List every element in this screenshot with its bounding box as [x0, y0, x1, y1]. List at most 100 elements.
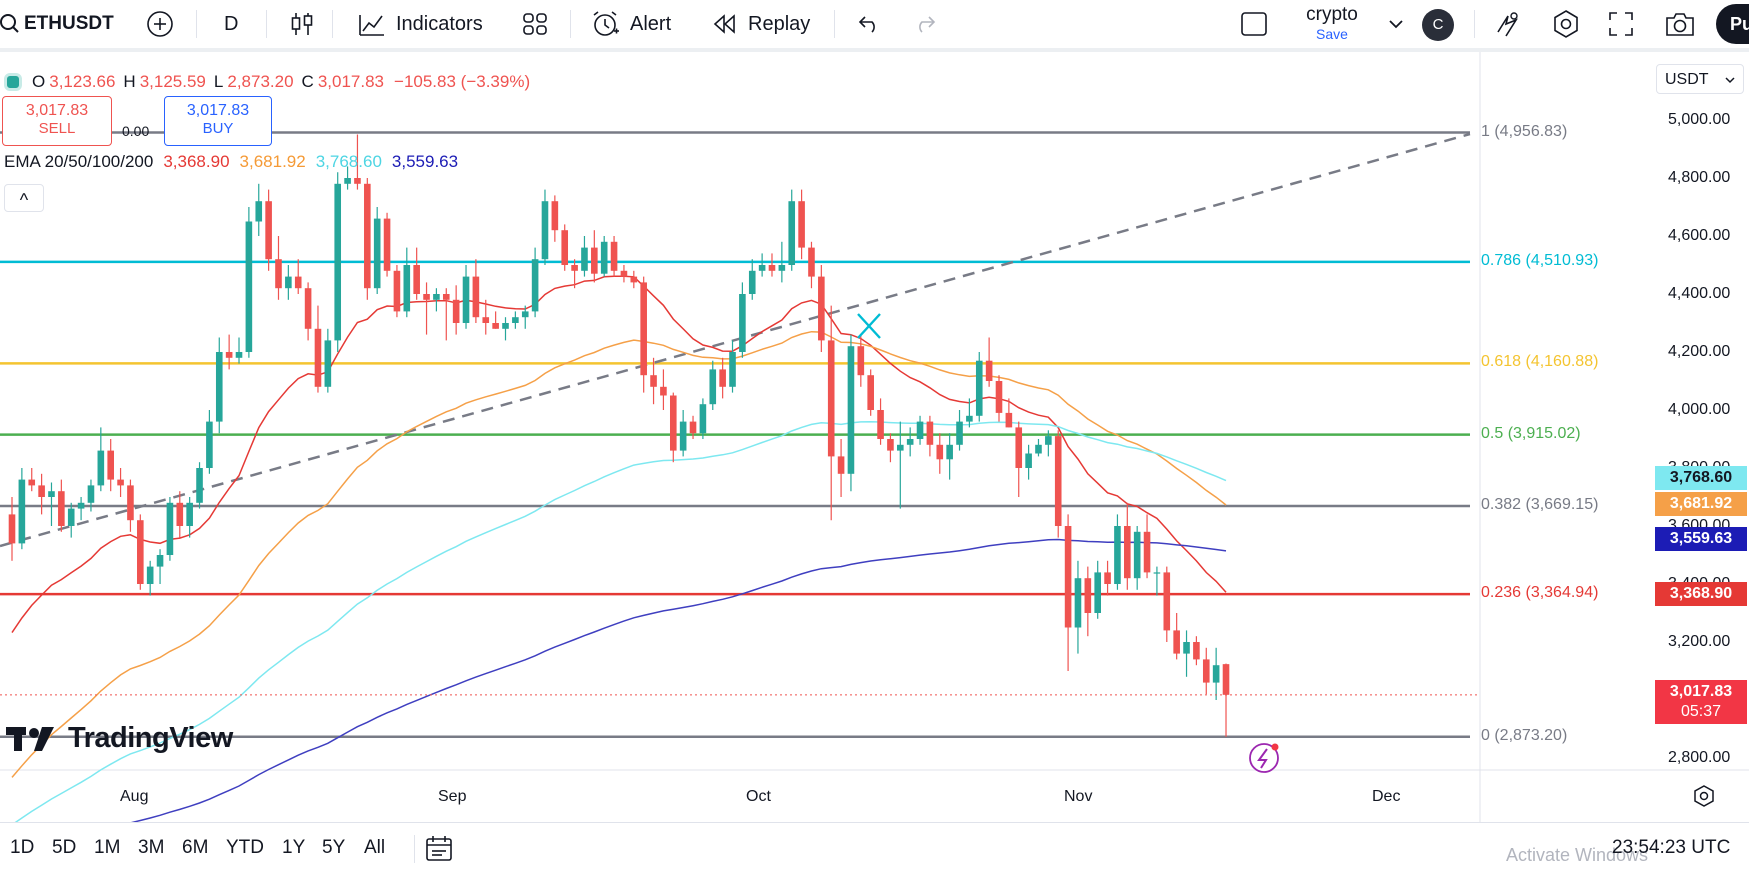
- candle: [156, 549, 164, 584]
- candle: [739, 282, 746, 358]
- snapshot-button[interactable]: [1664, 0, 1696, 48]
- collapse-legend-button[interactable]: ^: [4, 184, 44, 212]
- candle: [1163, 566, 1171, 642]
- candle: [235, 337, 243, 364]
- candle: [956, 410, 963, 451]
- fibonacci-trend-line[interactable]: [0, 132, 1471, 548]
- candle: [699, 398, 707, 439]
- candle: [245, 207, 253, 358]
- candle: [285, 265, 292, 300]
- go-to-date-button[interactable]: [424, 834, 454, 869]
- redo-button[interactable]: [912, 0, 938, 48]
- candle: [58, 479, 65, 532]
- fib-level-label: 0.786 (4,510.93): [1481, 251, 1599, 269]
- buy-button[interactable]: 3,017.83 BUY: [164, 96, 272, 146]
- symbol-search[interactable]: ETHUSDT: [0, 0, 114, 48]
- publish-button[interactable]: Pu: [1716, 4, 1749, 44]
- time-scale-settings-button[interactable]: [1692, 784, 1716, 813]
- candle: [18, 468, 26, 550]
- candle: [975, 352, 983, 422]
- chart-type-button[interactable]: [290, 0, 314, 48]
- candle: [531, 247, 539, 318]
- toolbar-divider: [414, 835, 415, 863]
- candle: [600, 236, 608, 277]
- candle: [1025, 444, 1032, 480]
- search-icon: [0, 12, 24, 36]
- candle: [492, 311, 499, 329]
- candle: [1212, 647, 1220, 700]
- range-1y[interactable]: 1Y: [282, 837, 305, 859]
- ema-legend[interactable]: EMA 20/50/100/200 3,368.90 3,681.92 3,76…: [4, 152, 458, 172]
- candle: [215, 337, 223, 434]
- avatar[interactable]: C: [1422, 9, 1454, 41]
- toolbar-divider: [196, 10, 197, 38]
- range-ytd[interactable]: YTD: [226, 837, 264, 859]
- fullscreen-icon: [1608, 11, 1634, 37]
- change-value: −105.83 (−3.39%): [394, 72, 531, 91]
- replay-button[interactable]: Replay: [712, 0, 810, 48]
- candle: [77, 497, 85, 521]
- chart-area[interactable]: O 3,123.66 H 3,125.59 L 2,873.20 C 3,017.83 …: [0, 52, 1749, 822]
- lightning-icon: [1494, 10, 1522, 38]
- compare-symbol-button[interactable]: [146, 0, 174, 48]
- range-5y[interactable]: 5Y: [322, 837, 345, 859]
- quick-search-button[interactable]: [1494, 0, 1522, 48]
- candle: [877, 398, 884, 445]
- range-1m[interactable]: 1M: [94, 837, 120, 859]
- layout-name-button[interactable]: crypto Save: [1300, 4, 1364, 42]
- settings-button[interactable]: [1551, 0, 1581, 48]
- range-all[interactable]: All: [364, 837, 385, 859]
- currency-value: USDT: [1665, 71, 1709, 88]
- range-5d[interactable]: 5D: [52, 837, 76, 859]
- candle: [502, 317, 509, 341]
- high-value: 3,125.59: [139, 72, 206, 91]
- ema200-line: [130, 538, 1227, 822]
- fullscreen-button[interactable]: [1608, 0, 1634, 48]
- utc-clock[interactable]: 23:54:23 UTC: [1612, 837, 1730, 859]
- time-tick: Aug: [120, 788, 149, 805]
- ema100-value: 3,768.60: [315, 152, 382, 171]
- gear-icon: [1692, 785, 1716, 812]
- candle: [620, 265, 628, 283]
- sell-button[interactable]: 3,017.83 SELL: [2, 96, 112, 146]
- range-3m[interactable]: 3M: [138, 837, 164, 859]
- candle: [660, 369, 667, 410]
- price-tick: 4,600.00: [1668, 227, 1731, 244]
- candle: [314, 305, 322, 393]
- open-value: 3,123.66: [49, 72, 116, 91]
- candle: [452, 285, 460, 335]
- candle: [768, 253, 776, 277]
- candle: [581, 236, 588, 277]
- candle: [926, 415, 934, 457]
- candles-icon: [290, 11, 314, 37]
- candle: [1183, 630, 1190, 677]
- ema-legend-title: EMA 20/50/100/200: [4, 152, 154, 171]
- candle: [1143, 514, 1151, 579]
- indicator-templates-button[interactable]: [522, 0, 548, 48]
- indicators-button[interactable]: Indicators: [358, 0, 483, 48]
- interval-button[interactable]: D: [224, 0, 238, 48]
- top-toolbar: ETHUSDT D Indicators Alert Replay crypto…: [0, 0, 1749, 52]
- candle: [1104, 560, 1111, 596]
- undo-button[interactable]: [856, 0, 882, 48]
- rewind-icon: [712, 13, 738, 35]
- candle: [107, 439, 114, 492]
- candle: [413, 247, 420, 300]
- fibonacci-retracement[interactable]: [0, 131, 1470, 739]
- lightning-event-icon[interactable]: [1249, 743, 1279, 773]
- candle: [38, 473, 45, 515]
- layout-toggle-button[interactable]: [1240, 0, 1268, 48]
- range-6m[interactable]: 6M: [182, 837, 208, 859]
- alert-button[interactable]: Alert: [590, 0, 671, 48]
- replay-label: Replay: [748, 12, 811, 35]
- price-tick: 5,000.00: [1668, 111, 1731, 128]
- time-tick: Nov: [1064, 788, 1093, 805]
- price-tick: 4,000.00: [1668, 401, 1731, 418]
- bar-countdown: 05:37: [1680, 703, 1722, 720]
- currency-select[interactable]: USDT: [1656, 64, 1744, 94]
- candle: [669, 392, 677, 463]
- range-1d[interactable]: 1D: [10, 837, 34, 859]
- layout-menu-button[interactable]: [1388, 0, 1404, 48]
- price-tick: 3,200.00: [1668, 633, 1731, 650]
- candle: [1074, 560, 1082, 654]
